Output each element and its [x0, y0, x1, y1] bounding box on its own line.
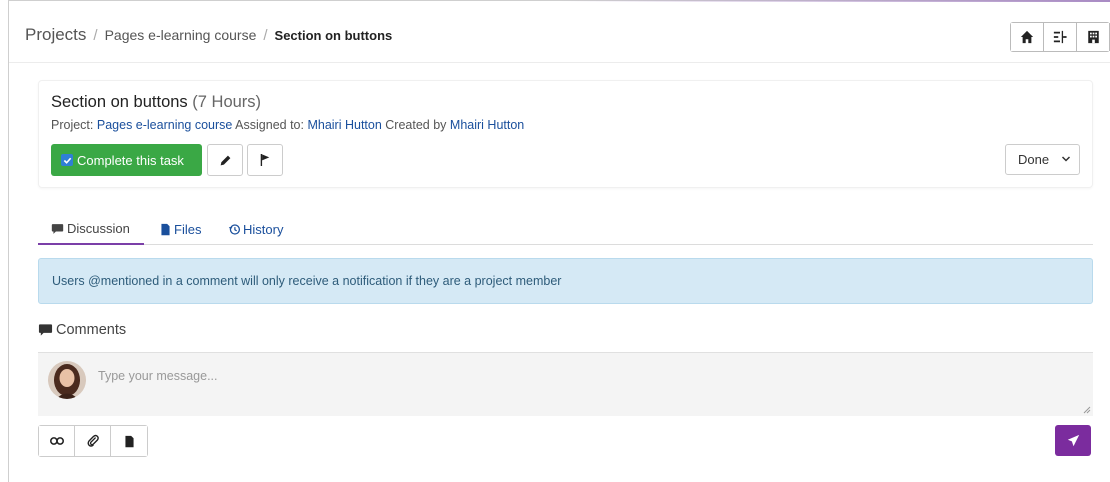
- tab-discussion[interactable]: Discussion: [38, 214, 144, 245]
- comments-title: Comments: [56, 322, 127, 338]
- page-header: Projects / Pages e-learning course / Sec…: [9, 8, 1110, 63]
- top-accent-bar: [560, 0, 1110, 2]
- task-card: Section on buttons (7 Hours) Project: Pa…: [38, 80, 1093, 188]
- gantt-icon: [1053, 30, 1067, 44]
- gantt-button[interactable]: [1044, 23, 1077, 51]
- complete-task-label: Complete this task: [77, 152, 184, 168]
- check-icon: [63, 157, 71, 164]
- complete-checkbox[interactable]: [61, 154, 73, 166]
- status-value: Done: [1018, 152, 1050, 167]
- file-icon: [161, 223, 170, 236]
- company-button[interactable]: [1077, 23, 1110, 51]
- complete-task-button[interactable]: Complete this task: [51, 144, 202, 176]
- created-label: Created by: [385, 118, 447, 132]
- attach-document-button[interactable]: [111, 426, 147, 456]
- status-select[interactable]: Done: [1005, 144, 1080, 175]
- edit-task-button[interactable]: [207, 144, 243, 176]
- chevron-down-icon: [1061, 156, 1071, 162]
- project-link[interactable]: Pages e-learning course: [97, 118, 233, 132]
- tab-files[interactable]: Files: [160, 214, 201, 245]
- alert-text: Users @mentioned in a comment will only …: [52, 274, 562, 288]
- tab-history-label: History: [243, 222, 284, 237]
- breadcrumb-separator: /: [263, 26, 268, 44]
- assignee-link[interactable]: Mhairi Hutton: [307, 118, 381, 132]
- mention-info-alert: Users @mentioned in a comment will only …: [38, 258, 1093, 304]
- send-button[interactable]: [1055, 425, 1091, 456]
- comment-toolbar: [38, 425, 148, 457]
- creator-link[interactable]: Mhairi Hutton: [450, 118, 524, 132]
- breadcrumb-project[interactable]: Pages e-learning course: [105, 27, 257, 43]
- avatar: [48, 361, 86, 399]
- header-button-group: [1010, 22, 1110, 52]
- comments-heading: Comments: [38, 322, 126, 338]
- pencil-icon: [220, 155, 230, 165]
- paperclip-icon: [87, 434, 99, 447]
- tab-files-label: Files: [174, 222, 202, 237]
- task-title-row: Section on buttons (7 Hours): [51, 93, 261, 112]
- history-icon: [228, 224, 241, 235]
- comment-placeholder: Type your message...: [98, 369, 218, 383]
- attach-file-button[interactable]: [75, 426, 111, 456]
- document-icon: [124, 435, 134, 447]
- breadcrumb-separator: /: [93, 26, 98, 44]
- building-icon: [1087, 30, 1099, 44]
- flag-task-button[interactable]: [247, 144, 283, 176]
- tab-discussion-label: Discussion: [67, 221, 130, 236]
- task-hours: (7 Hours): [192, 93, 262, 111]
- comment-input[interactable]: Type your message...: [38, 352, 1093, 416]
- project-label: Project:: [51, 118, 94, 132]
- tab-history[interactable]: History: [228, 214, 283, 245]
- resize-handle-icon[interactable]: [1083, 406, 1091, 414]
- assigned-label: Assigned to:: [235, 118, 304, 132]
- comment-icon: [38, 324, 53, 336]
- task-meta: Project: Pages e-learning course Assigne…: [51, 118, 524, 132]
- breadcrumb-current: Section on buttons: [274, 27, 393, 43]
- comment-icon: [51, 223, 64, 234]
- home-icon: [1020, 30, 1034, 44]
- home-button[interactable]: [1011, 23, 1044, 51]
- task-title: Section on buttons: [51, 93, 188, 111]
- insert-link-button[interactable]: [39, 426, 75, 456]
- task-tabs: Discussion Files History: [38, 214, 1093, 245]
- link-icon: [49, 437, 64, 445]
- breadcrumb-projects[interactable]: Projects: [25, 25, 86, 45]
- flag-icon: [260, 154, 270, 166]
- send-icon: [1067, 434, 1079, 447]
